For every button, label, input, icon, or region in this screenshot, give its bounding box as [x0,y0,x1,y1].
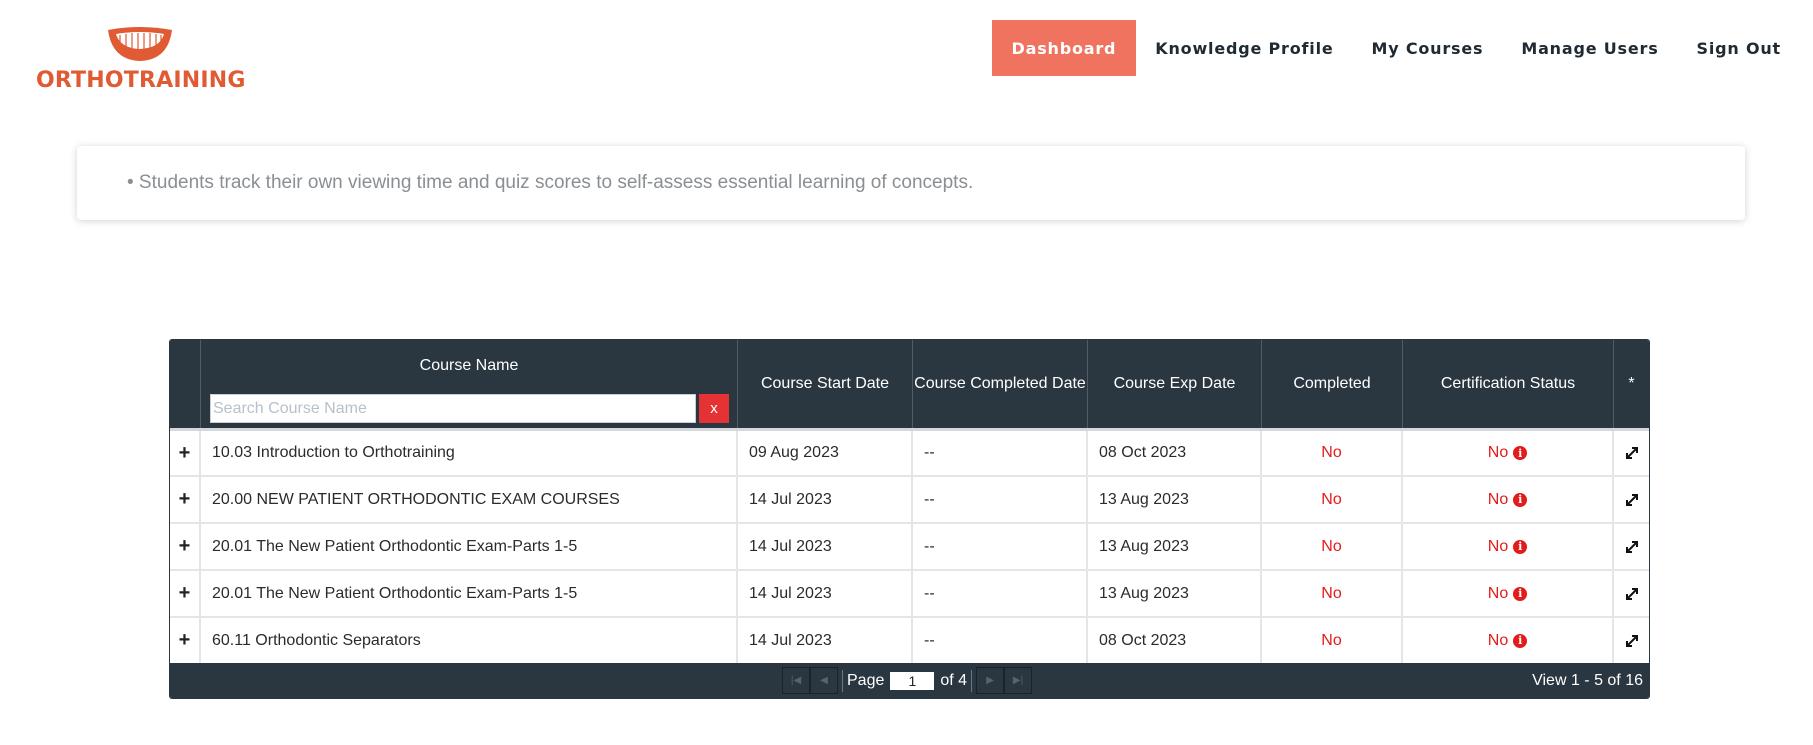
expand-arrows-icon[interactable] [1614,524,1649,569]
table-row: + 20.00 NEW PATIENT ORTHODONTIC EXAM COU… [170,475,1649,522]
info-icon[interactable]: i [1513,492,1528,507]
expand-row-button[interactable]: + [170,524,201,569]
table-body: + 10.03 Introduction to Orthotraining 09… [170,428,1649,663]
start-date-cell: 14 Jul 2023 [738,524,913,569]
page-label: Page [847,671,885,689]
course-name-cell: 20.01 The New Patient Orthodontic Exam-P… [201,571,738,616]
nav-sign-out[interactable]: Sign Out [1678,20,1813,76]
expand-arrows-icon[interactable] [1614,431,1649,475]
cert-status-cell: No i [1403,618,1614,663]
exp-date-cell: 13 Aug 2023 [1088,477,1262,522]
completed-cell: No [1262,571,1403,616]
table-row: + 10.03 Introduction to Orthotraining 09… [170,428,1649,475]
main-nav: Dashboard Knowledge Profile My Courses M… [991,20,1813,76]
completed-cell: No [1262,431,1403,475]
cert-status-cell: No i [1403,477,1614,522]
cert-status-text: No [1487,631,1509,649]
header-completed-date[interactable]: Course Completed Date [913,340,1088,428]
expand-row-button[interactable]: + [170,618,201,663]
header-exp-date[interactable]: Course Exp Date [1088,340,1262,428]
cert-status-text: No [1487,490,1509,508]
next-page-button[interactable]: ▶ [976,667,1005,694]
page-number-input[interactable] [890,671,935,690]
prev-page-button[interactable]: ◀ [810,667,838,694]
search-course-input[interactable] [210,394,696,423]
table-row: + 20.01 The New Patient Orthodontic Exam… [170,522,1649,569]
courses-table: Course Name x Course Start Date Course C… [169,339,1650,699]
table-row: + 60.11 Orthodontic Separators 14 Jul 20… [170,616,1649,663]
cert-status-text: No [1487,444,1509,461]
completed-cell: No [1262,524,1403,569]
info-icon[interactable]: i [1513,539,1528,554]
start-date-cell: 14 Jul 2023 [738,571,913,616]
start-date-cell: 09 Aug 2023 [738,431,913,475]
exp-date-cell: 13 Aug 2023 [1088,571,1262,616]
nav-manage-users[interactable]: Manage Users [1502,20,1677,76]
nav-dashboard[interactable]: Dashboard [991,20,1137,76]
expand-row-button[interactable]: + [170,431,201,475]
pager-controls: |◀ ◀ Page of 4 ▶ ▶| [782,667,1033,694]
info-card: • Students track their own viewing time … [77,146,1745,220]
cert-status-cell: No i [1403,524,1614,569]
expand-arrows-icon[interactable] [1614,477,1649,522]
completed-cell: No [1262,477,1403,522]
first-page-button[interactable]: |◀ [782,667,810,694]
header-course-name-label: Course Name [419,357,519,374]
course-name-cell: 20.00 NEW PATIENT ORTHODONTIC EXAM COURS… [201,477,738,522]
expand-row-button[interactable]: + [170,571,201,616]
expand-arrows-icon[interactable] [1614,618,1649,663]
completed-date-cell: -- [913,524,1088,569]
pager-separator [842,669,843,692]
exp-date-cell: 08 Oct 2023 [1088,431,1262,475]
pager-separator [971,669,973,692]
cert-status-text: No [1487,584,1509,602]
course-search: x [201,394,737,423]
header-start-date[interactable]: Course Start Date [738,340,913,428]
expand-arrows-icon[interactable] [1614,571,1649,616]
smile-icon [108,27,172,61]
completed-date-cell: -- [913,431,1088,475]
clear-search-button[interactable]: x [699,394,729,423]
header-course-name: Course Name x [201,340,738,428]
exp-date-cell: 13 Aug 2023 [1088,524,1262,569]
last-page-button[interactable]: ▶| [1004,667,1033,694]
header-cert-status[interactable]: Certification Status [1403,340,1614,428]
start-date-cell: 14 Jul 2023 [738,618,913,663]
cert-status-cell: No i [1403,431,1614,475]
start-date-cell: 14 Jul 2023 [738,477,913,522]
header-expand [170,340,201,428]
completed-date-cell: -- [913,618,1088,663]
table-row: + 20.01 The New Patient Orthodontic Exam… [170,569,1649,616]
brand-logo[interactable]: ORTHOTRAINING [36,24,246,96]
header-star: * [1628,375,1635,392]
completed-cell: No [1262,618,1403,663]
course-name-cell: 20.01 The New Patient Orthodontic Exam-P… [201,524,738,569]
course-name-cell: 10.03 Introduction to Orthotraining [201,431,738,475]
cert-status-cell: No i [1403,571,1614,616]
info-icon[interactable]: i [1513,633,1528,648]
expand-row-button[interactable]: + [170,477,201,522]
nav-knowledge-profile[interactable]: Knowledge Profile [1136,20,1352,76]
pager: |◀ ◀ Page of 4 ▶ ▶| View 1 - 5 of 16 [170,663,1649,698]
exp-date-cell: 08 Oct 2023 [1088,618,1262,663]
view-range: View 1 - 5 of 16 [1532,671,1643,689]
course-name-cell: 60.11 Orthodontic Separators [201,618,738,663]
info-text: • Students track their own viewing time … [127,172,974,193]
cert-status-text: No [1487,537,1509,555]
completed-date-cell: -- [913,477,1088,522]
completed-date-cell: -- [913,571,1088,616]
brand-name: ORTHOTRAINING [36,68,246,93]
header-completed[interactable]: Completed [1262,340,1403,428]
info-icon[interactable]: i [1513,586,1528,601]
info-icon[interactable]: i [1513,446,1528,460]
nav-my-courses[interactable]: My Courses [1353,20,1503,76]
page-total: of 4 [940,671,968,689]
table-header: Course Name x Course Start Date Course C… [170,340,1649,428]
